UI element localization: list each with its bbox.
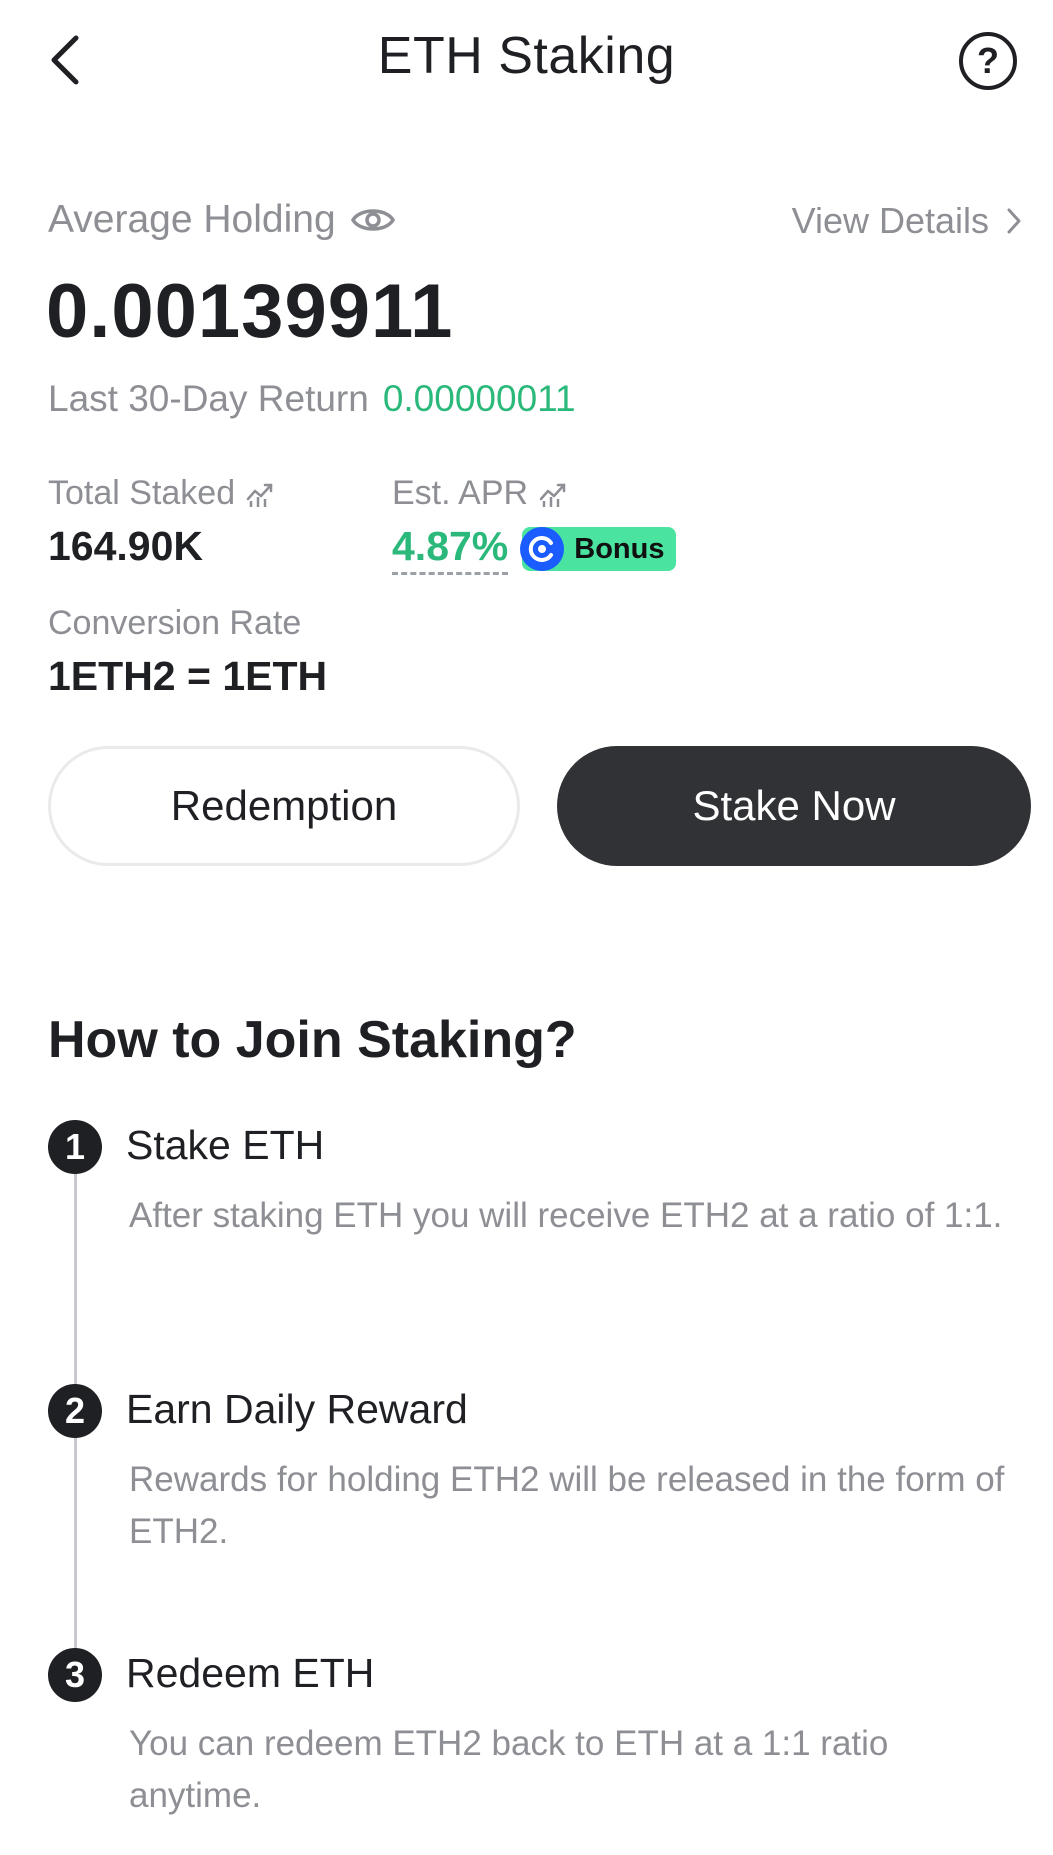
step-number-badge: 3 bbox=[48, 1648, 102, 1702]
how-to-join-title: How to Join Staking? bbox=[48, 1011, 577, 1069]
average-holding-value: 0.00139911 bbox=[46, 269, 454, 354]
step-number-badge: 1 bbox=[48, 1120, 102, 1174]
step-title: Redeem ETH bbox=[126, 1650, 375, 1696]
chevron-right-icon bbox=[1007, 208, 1021, 234]
step-title: Earn Daily Reward bbox=[126, 1386, 468, 1432]
average-holding-label: Average Holding bbox=[48, 198, 336, 241]
eye-icon[interactable] bbox=[350, 204, 396, 236]
top-bar: ETH Staking ? bbox=[0, 0, 1053, 120]
question-circle-icon: ? bbox=[977, 40, 999, 81]
total-staked-stat: Total Staked 164.90K bbox=[48, 474, 275, 570]
trend-chart-icon[interactable] bbox=[245, 479, 275, 509]
eth-staking-page: ETH Staking ? Average Holding View Detai… bbox=[0, 0, 1053, 1855]
trend-chart-icon[interactable] bbox=[538, 479, 568, 509]
stake-now-button[interactable]: Stake Now bbox=[557, 746, 1031, 866]
conversion-rate-label: Conversion Rate bbox=[48, 604, 302, 642]
step-number-badge: 2 bbox=[48, 1384, 102, 1438]
step-description: Rewards for holding ETH2 will be release… bbox=[129, 1460, 1005, 1551]
step-title: Stake ETH bbox=[126, 1122, 325, 1168]
page-title: ETH Staking bbox=[377, 27, 676, 85]
view-details-label: View Details bbox=[791, 200, 989, 241]
bonus-label: Bonus bbox=[574, 532, 665, 565]
return-row: Last 30-Day Return 0.00000011 bbox=[48, 378, 576, 420]
apr-label: Est. APR bbox=[392, 474, 529, 512]
total-staked-value: 164.90K bbox=[48, 523, 204, 569]
bonus-logo-icon bbox=[520, 527, 565, 571]
view-details-link[interactable]: View Details bbox=[792, 200, 1023, 242]
conversion-rate-value: 1ETH2 = 1ETH bbox=[48, 653, 328, 699]
step-description: After staking ETH you will receive ETH2 … bbox=[129, 1196, 1003, 1235]
step-description: You can redeem ETH2 back to ETH at a 1:1… bbox=[129, 1724, 889, 1815]
apr-value[interactable]: 4.87% bbox=[392, 523, 509, 575]
help-button[interactable]: ? bbox=[959, 32, 1017, 90]
redemption-button[interactable]: Redemption bbox=[48, 746, 520, 866]
return-value: 0.00000011 bbox=[382, 378, 576, 419]
average-holding-header: Average Holding bbox=[48, 198, 396, 242]
return-label: Last 30-Day Return bbox=[48, 378, 369, 419]
apr-stat: Est. APR 4.87% Bonus bbox=[392, 474, 677, 575]
conversion-rate-stat: Conversion Rate 1ETH2 = 1ETH bbox=[48, 604, 327, 700]
bonus-badge[interactable]: Bonus bbox=[520, 527, 677, 571]
total-staked-label: Total Staked bbox=[48, 474, 236, 512]
